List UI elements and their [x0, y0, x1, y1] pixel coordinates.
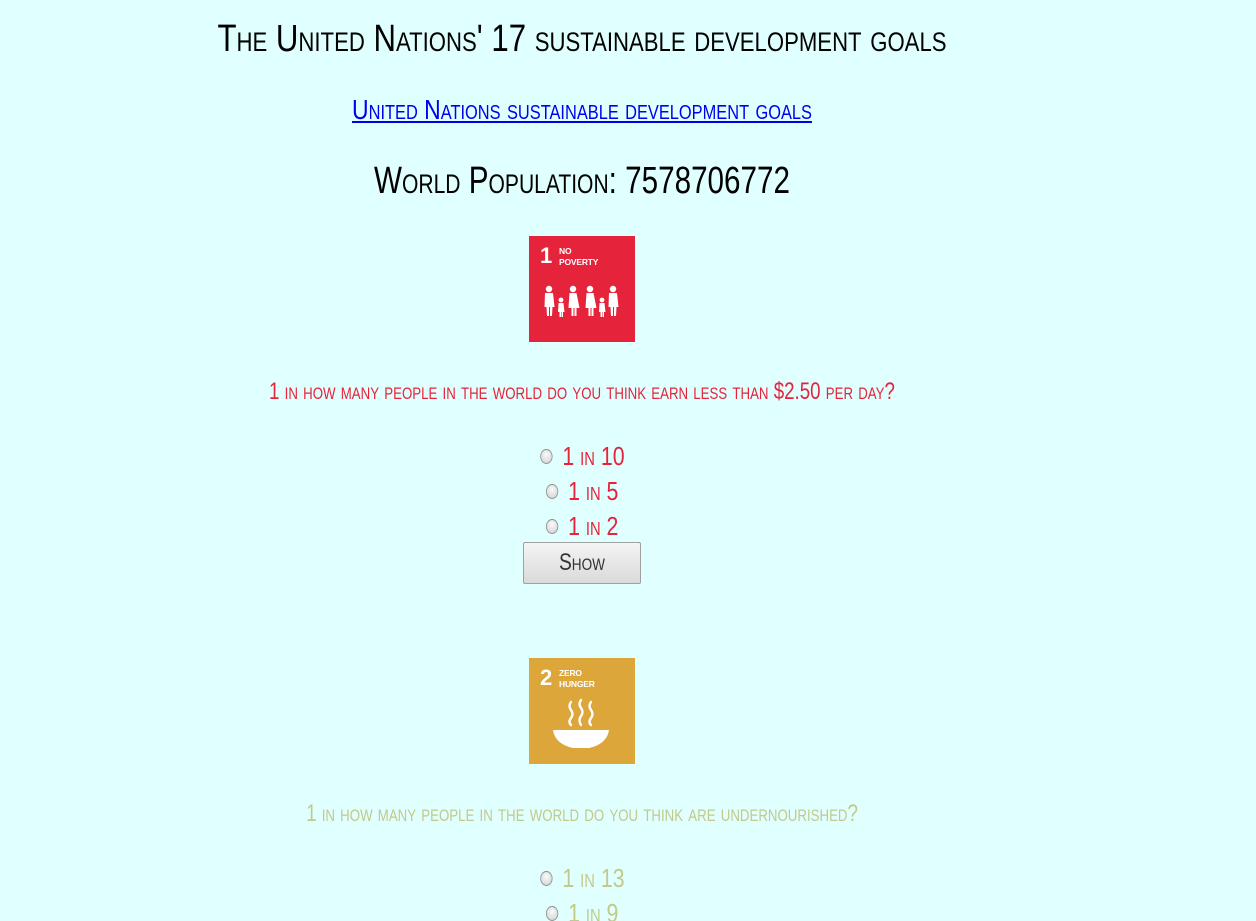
page-title: The United Nations' 17 sustainable devel…	[217, 18, 947, 60]
option-label: 1 in 13	[561, 863, 625, 893]
radio-button[interactable]	[545, 905, 559, 921]
goal-1-question: 1 in how many people in the world do you…	[128, 378, 1036, 406]
radio-button[interactable]	[539, 448, 553, 464]
goal-2-tile: 2 ZERO HUNGER	[529, 658, 635, 764]
radio-button[interactable]	[545, 518, 559, 534]
option-label: 1 in 10	[561, 441, 625, 471]
goal-1-option-3[interactable]: 1 in 2	[0, 510, 1164, 542]
population-label: World Population:	[374, 160, 626, 202]
goal-2-question-text: 1 in how many people in the world do you…	[306, 800, 858, 827]
family-icon	[544, 285, 619, 317]
option-label: 1 in 5	[567, 476, 619, 506]
goal-1-tile: 1 NO POVERTY	[529, 236, 635, 342]
page: The United Nations' 17 sustainable devel…	[0, 0, 1256, 921]
goal-2-option-2[interactable]: 1 in 9	[0, 897, 1164, 921]
world-population: World Population: 7578706772	[128, 160, 1036, 203]
goal-1-option-1[interactable]: 1 in 10	[0, 440, 1164, 472]
steaming-bowl-icon	[553, 698, 609, 748]
goal-2-option-1[interactable]: 1 in 13	[0, 862, 1164, 894]
radio-button[interactable]	[539, 870, 553, 886]
radio-button[interactable]	[545, 483, 559, 499]
population-value: 7578706772	[625, 160, 790, 202]
goal-1-question-text: 1 in how many people in the world do you…	[269, 378, 895, 405]
un-sdg-link[interactable]: United Nations sustainable development g…	[105, 94, 1059, 126]
goal-1-option-2[interactable]: 1 in 5	[0, 475, 1164, 507]
show-answer-button[interactable]: Show answer	[523, 542, 641, 584]
option-label: 1 in 9	[567, 898, 619, 921]
option-label: 1 in 2	[567, 511, 619, 541]
show-answer-label: Show answer	[558, 549, 606, 576]
goal-2-question: 1 in how many people in the world do you…	[128, 800, 1036, 828]
